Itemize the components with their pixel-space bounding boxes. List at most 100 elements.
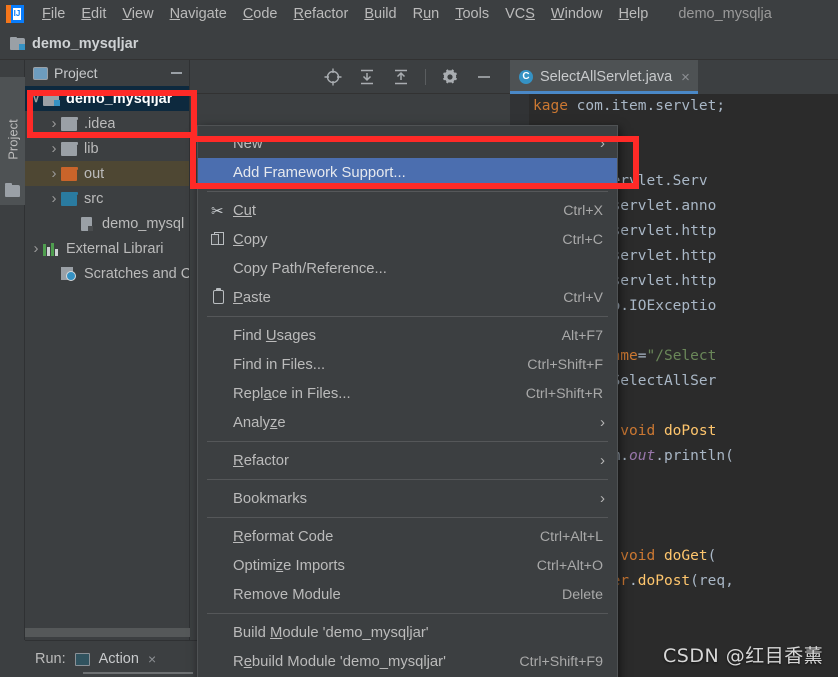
tree-item-src[interactable]: src xyxy=(25,186,189,211)
menu-item-label: Paste xyxy=(233,289,271,306)
menu-item-label: Copy Path/Reference... xyxy=(233,260,387,277)
menu-build[interactable]: Build xyxy=(356,4,404,24)
menu-item-add-framework-support[interactable]: Add Framework Support... xyxy=(198,158,617,187)
menu-window[interactable]: Window xyxy=(543,4,611,24)
paste-icon xyxy=(208,288,230,306)
menu-code[interactable]: Code xyxy=(235,4,286,24)
tree-item-lib[interactable]: lib xyxy=(25,136,189,161)
logo-letters: IJ xyxy=(13,8,21,20)
tree-item-external-libraries[interactable]: External Librari xyxy=(25,236,189,261)
blank-icon xyxy=(208,260,230,277)
chevron-right-icon[interactable] xyxy=(47,190,61,207)
menu-item-label: Replace in Files... xyxy=(233,385,351,402)
toolbar-separator xyxy=(425,68,426,85)
menu-item-find-in-files[interactable]: Find in Files... Ctrl+Shift+F xyxy=(198,350,617,379)
tree-item-label: lib xyxy=(84,140,99,157)
breadcrumb-project-name[interactable]: demo_mysqljar xyxy=(32,36,138,52)
menu-item-rebuild-module[interactable]: Rebuild Module 'demo_mysqljar' Ctrl+Shif… xyxy=(198,647,617,676)
left-tool-strip-bottom xyxy=(0,640,25,677)
menu-vcs[interactable]: VCS xyxy=(497,4,543,24)
panel-splitter[interactable] xyxy=(25,628,190,637)
folder-grey-icon xyxy=(61,116,78,131)
tree-item-label: src xyxy=(84,190,104,207)
run-tab-underline xyxy=(83,672,193,674)
blank-icon xyxy=(208,586,230,603)
tree-item-demo-mysqljar[interactable]: demo_mysqljar xyxy=(25,86,189,111)
menu-item-copy-path-reference[interactable]: Copy Path/Reference... xyxy=(198,254,617,283)
menu-item-label: Copy xyxy=(233,231,268,248)
menu-item-copy[interactable]: Copy Ctrl+C xyxy=(198,225,617,254)
menu-edit[interactable]: Edit xyxy=(73,4,114,24)
menu-file[interactable]: File xyxy=(34,4,73,24)
menu-item-bookmarks[interactable]: Bookmarks › xyxy=(198,484,617,513)
left-tool-strip: Project xyxy=(0,60,25,677)
chevron-right-icon[interactable] xyxy=(47,115,61,132)
chevron-down-icon[interactable] xyxy=(29,92,43,105)
main-menu-bar: IJ File Edit View Navigate Code Refactor… xyxy=(0,0,838,28)
menu-item-shortcut: Ctrl+Shift+F xyxy=(527,356,603,373)
menu-help[interactable]: Help xyxy=(610,4,656,24)
copy-icon xyxy=(208,231,230,248)
menu-item-refactor[interactable]: Refactor › xyxy=(198,446,617,475)
chevron-right-icon[interactable] xyxy=(29,240,43,257)
hide-panel-icon[interactable] xyxy=(474,67,494,87)
menu-item-label: Optimize Imports xyxy=(233,557,345,574)
close-icon[interactable]: × xyxy=(148,651,156,667)
locate-icon[interactable] xyxy=(323,67,343,87)
menu-refactor[interactable]: Refactor xyxy=(286,4,357,24)
menu-item-shortcut: Ctrl+Alt+L xyxy=(539,528,603,545)
menu-item-replace-in-files[interactable]: Replace in Files... Ctrl+Shift+R xyxy=(198,379,617,408)
csdn-watermark: CSDN @红目香薰 xyxy=(663,645,824,667)
menu-item-build-module[interactable]: Build Module 'demo_mysqljar' xyxy=(198,618,617,647)
editor-tab-selectallservlet[interactable]: C SelectAllServlet.java × xyxy=(510,60,698,94)
blank-icon xyxy=(208,327,230,344)
menu-tools[interactable]: Tools xyxy=(447,4,497,24)
run-label: Run: xyxy=(35,651,66,667)
tool-window-label-project: Project xyxy=(5,119,21,160)
settings-gear-icon[interactable] xyxy=(440,67,460,87)
menu-item-reformat-code[interactable]: Reformat Code Ctrl+Alt+L xyxy=(198,522,617,551)
tree-item-scratches[interactable]: Scratches and C xyxy=(25,261,189,286)
close-icon[interactable]: × xyxy=(681,69,690,86)
navigation-bar: demo_mysqljar xyxy=(0,28,838,60)
menu-item-label: Find Usages xyxy=(233,327,317,344)
project-tool-window: Project demo_mysqljar .idea xyxy=(25,60,190,640)
menu-item-label: Bookmarks xyxy=(233,490,308,507)
menu-item-shortcut: Alt+F7 xyxy=(561,327,603,344)
window-title: demo_mysqlja xyxy=(678,6,772,22)
menu-run[interactable]: Run xyxy=(405,4,448,24)
menu-item-paste[interactable]: Paste Ctrl+V xyxy=(198,283,617,312)
hide-tool-window-icon[interactable] xyxy=(171,72,182,74)
project-panel-title: Project xyxy=(54,65,98,81)
folder-grey-icon xyxy=(61,141,78,156)
libraries-icon xyxy=(43,242,60,256)
blank-icon xyxy=(208,452,230,469)
tree-item-iml-file[interactable]: demo_mysql xyxy=(25,211,189,236)
menu-navigate[interactable]: Navigate xyxy=(162,4,235,24)
submenu-arrow-icon: › xyxy=(600,414,605,431)
menu-item-label: New xyxy=(233,135,263,152)
chevron-right-icon[interactable] xyxy=(47,165,61,182)
menu-item-find-usages[interactable]: Find Usages Alt+F7 xyxy=(198,321,617,350)
tool-window-button-project[interactable]: Project xyxy=(0,77,25,205)
blank-icon xyxy=(208,490,230,507)
run-tool-window-bar: Run: Action × xyxy=(25,640,200,677)
menu-separator xyxy=(207,517,608,518)
expand-all-icon[interactable] xyxy=(357,67,377,87)
menu-item-remove-module[interactable]: Remove Module Delete xyxy=(198,580,617,609)
chevron-right-icon[interactable] xyxy=(47,140,61,157)
menu-view[interactable]: View xyxy=(114,4,161,24)
menu-item-cut[interactable]: Cut Ctrl+X xyxy=(198,196,617,225)
run-configuration-name[interactable]: Action xyxy=(99,651,139,667)
menu-item-label: Add Framework Support... xyxy=(233,164,406,181)
folder-orange-icon xyxy=(61,166,78,181)
menu-item-label: Cut xyxy=(233,202,257,219)
tree-item-idea[interactable]: .idea xyxy=(25,111,189,136)
collapse-all-icon[interactable] xyxy=(391,67,411,87)
menu-item-analyze[interactable]: Analyze › xyxy=(198,408,617,437)
menu-item-optimize-imports[interactable]: Optimize Imports Ctrl+Alt+O xyxy=(198,551,617,580)
tree-item-out[interactable]: out xyxy=(25,161,189,186)
menu-item-new[interactable]: New › xyxy=(198,129,617,158)
menu-separator xyxy=(207,479,608,480)
menu-item-shortcut: Ctrl+Shift+F9 xyxy=(519,653,603,670)
